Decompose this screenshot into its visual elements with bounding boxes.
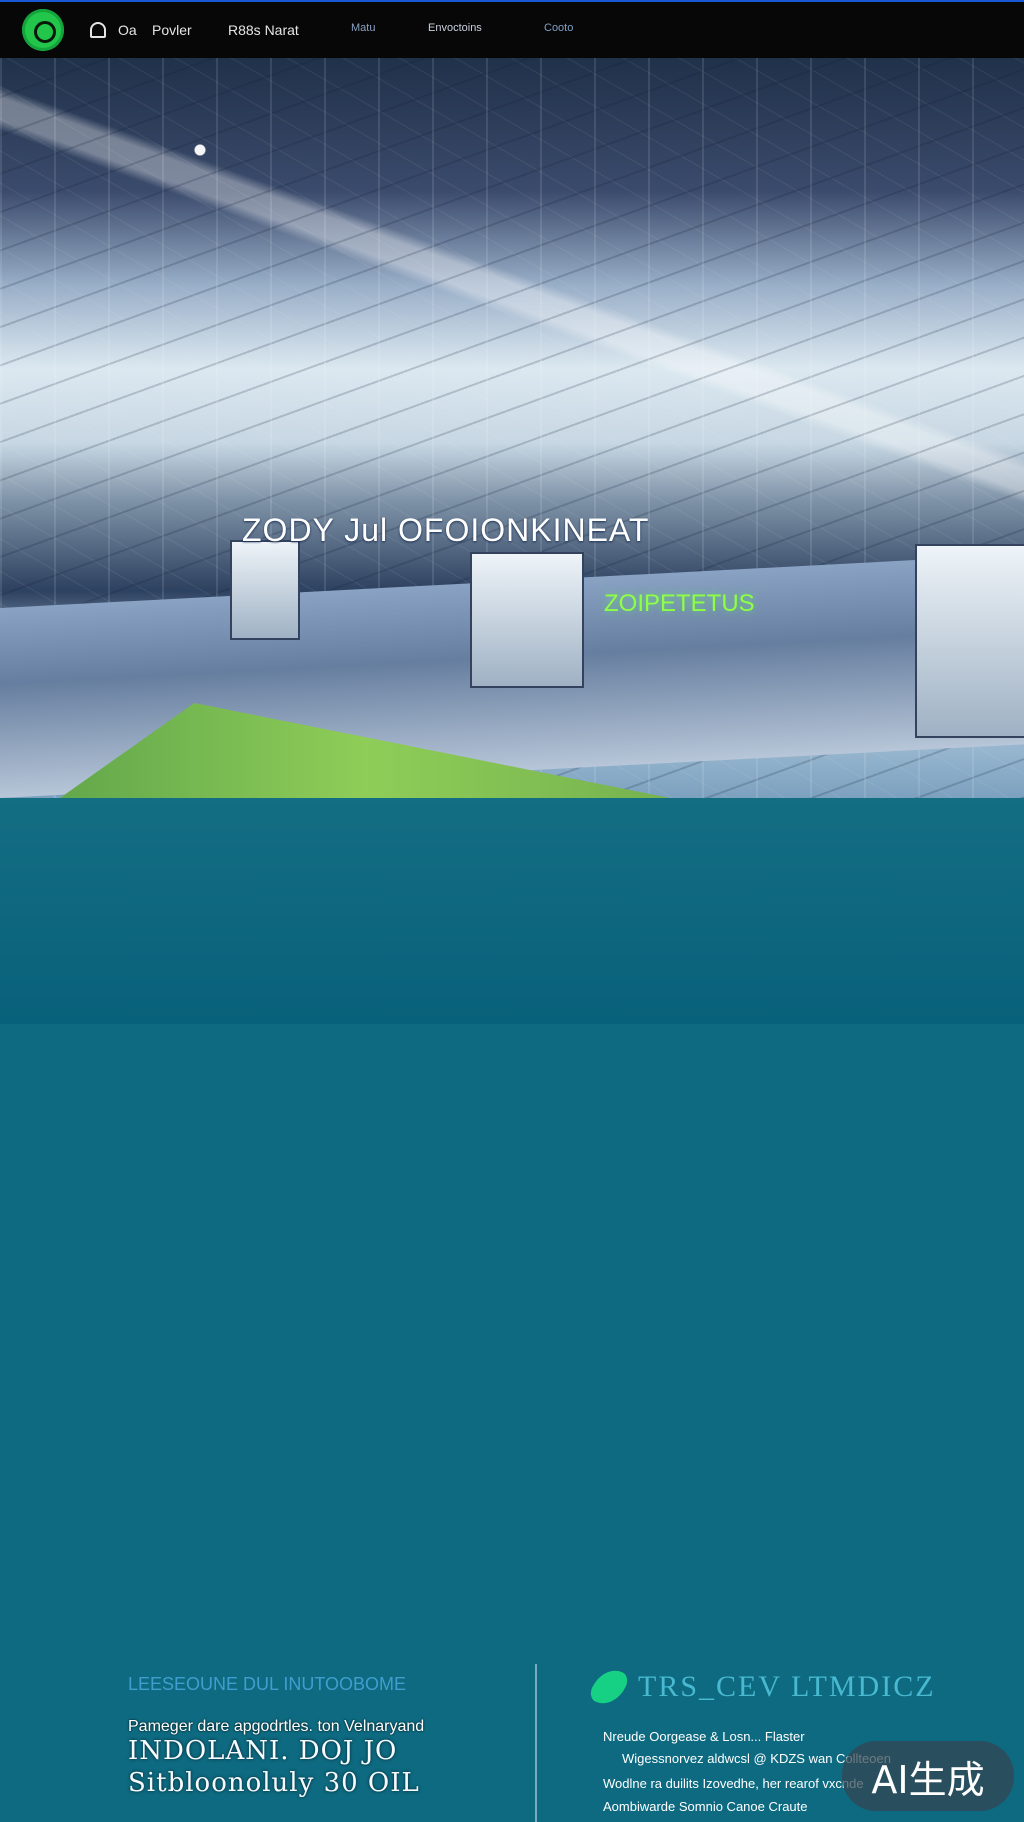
top-navigation-bar: Oa Povler R88s Narat Matu Envoctoins Coo… [0, 0, 1024, 58]
section-big-text-left: Sitbloonoluly 30 OIL [128, 1768, 420, 1798]
factory-machine [230, 540, 300, 640]
section-text-left: Pameger dare apgodrtles. ton Velnaryand [128, 1718, 425, 1735]
ai-generated-badge: AI生成 [842, 1741, 1014, 1811]
nav-item-cooto[interactable]: Cooto [544, 22, 573, 34]
section-heading-left: LEESEOUNE DUL INUTOOBOME [128, 1674, 407, 1694]
factory-machine [470, 552, 584, 688]
bullet-item: Nreude Oorgease & Losn... Flaster [603, 1729, 805, 1744]
nav-item-matu[interactable]: Matu [351, 22, 375, 34]
factory-machine [915, 544, 1024, 738]
nav-item-oa[interactable]: Oa [118, 22, 137, 38]
bullet-item: Wodlne ra duilits Izovedhe, her rearof v… [603, 1776, 864, 1791]
hero-subtitle: ZOIPETETUS [604, 590, 755, 617]
section-divider [535, 1664, 537, 1822]
nav-item-povler[interactable]: Povler [152, 22, 192, 38]
content-section: LEESEOUNE DUL INUTOOBOME Pameger dare ap… [0, 798, 1024, 1822]
section-heading-right: TRS_CEV LTMDICZ [638, 1670, 936, 1703]
hero-title: ZODY Jul OFOIONKINEAT [242, 512, 650, 548]
leaf-icon [587, 1663, 631, 1711]
brand-logo[interactable] [22, 9, 64, 51]
home-icon[interactable] [90, 22, 106, 38]
section-big-text-left: INDOLANI. DOJ JO [128, 1736, 398, 1766]
bullet-item: Aombiwarde Somnio Canoe Craute [603, 1799, 808, 1814]
nav-item-envoctoins[interactable]: Envoctoins [428, 22, 482, 34]
factory-hero-image: ZODY Jul OFOIONKINEAT ZOIPETETUS [0, 58, 1024, 798]
nav-item-r88s-narat[interactable]: R88s Narat [228, 22, 299, 38]
